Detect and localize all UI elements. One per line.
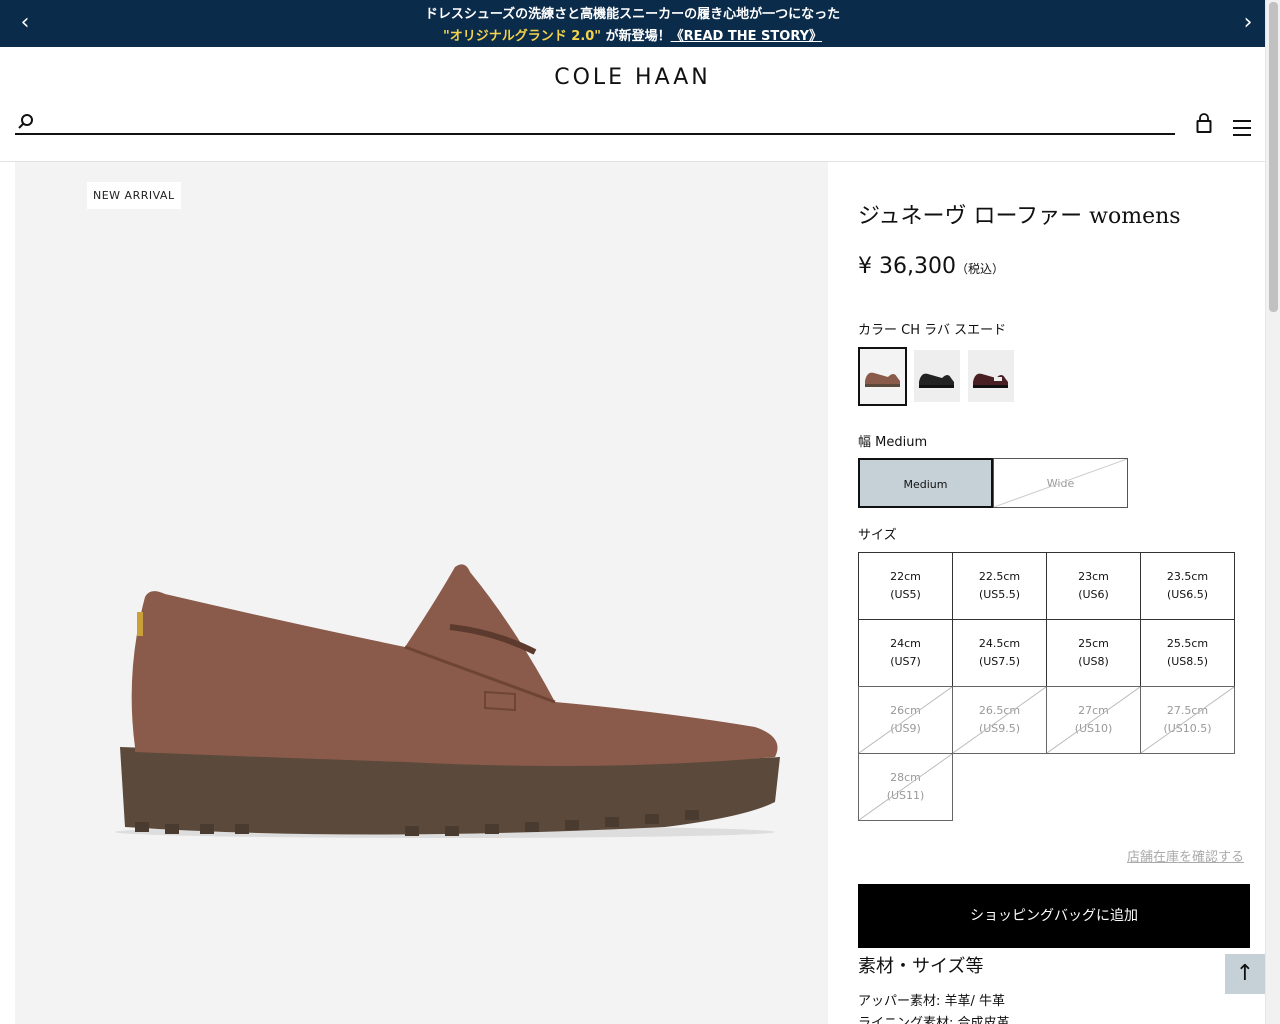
width-option-wide[interactable]: Wide bbox=[993, 458, 1128, 508]
arrow-up-icon[interactable]: ↑ bbox=[1225, 954, 1265, 994]
size-option[interactable]: 23.5cm (US6.5) bbox=[1140, 552, 1235, 620]
size-us: (US5) bbox=[890, 588, 921, 601]
size-cm: 23cm bbox=[1078, 570, 1109, 583]
size-grid: 22cm (US5) 22.5cm (US5.5) 23cm (US6) 23.5cm… bbox=[858, 552, 1235, 822]
size-option[interactable]: 22cm (US5) bbox=[858, 552, 953, 620]
search-bar[interactable] bbox=[15, 111, 1175, 135]
size-cm: 26cm bbox=[890, 704, 921, 717]
size-cm: 24cm bbox=[890, 637, 921, 650]
announcement-line1: ドレスシューズの洗練さと高機能スニーカーの履き心地が一つになった bbox=[424, 7, 841, 22]
size-us: (US11) bbox=[886, 789, 925, 802]
width-label: 幅 Medium bbox=[858, 435, 928, 450]
size-option[interactable]: 22.5cm (US5.5) bbox=[952, 552, 1047, 620]
product-gallery[interactable]: NEW ARRIVAL bbox=[15, 162, 828, 1024]
size-cm: 22.5cm bbox=[978, 570, 1021, 583]
size-cm: 24.5cm bbox=[978, 637, 1021, 650]
color-swatch-selected[interactable] bbox=[858, 347, 907, 406]
size-label: サイズ bbox=[858, 528, 897, 543]
size-cm: 25.5cm bbox=[1166, 637, 1209, 650]
size-us: (US8) bbox=[1078, 655, 1109, 668]
search-input[interactable] bbox=[43, 111, 1163, 133]
size-option[interactable]: 24.5cm (US7.5) bbox=[952, 619, 1047, 687]
color-swatch-black[interactable] bbox=[914, 350, 960, 402]
size-us: (US10) bbox=[1074, 722, 1113, 735]
product-image[interactable] bbox=[105, 552, 785, 842]
search-icon[interactable] bbox=[17, 113, 35, 131]
size-cm: 22cm bbox=[890, 570, 921, 583]
size-option-unavailable[interactable]: 27.5cm (US10.5) bbox=[1140, 686, 1235, 754]
bag-icon[interactable] bbox=[1194, 113, 1214, 135]
site-header: COLE HAAN bbox=[0, 47, 1265, 162]
size-cm: 28cm bbox=[890, 771, 921, 784]
size-us: (US8.5) bbox=[1166, 655, 1209, 668]
announcement-line2: "オリジナルグランド 2.0" が新登場！《READ THE STORY》 bbox=[0, 25, 1265, 44]
brand-logo[interactable]: COLE HAAN bbox=[0, 65, 1265, 90]
material-upper: アッパー素材: 羊革/ 牛革 bbox=[858, 994, 1006, 1009]
store-stock-link[interactable]: 店舗在庫を確認する bbox=[1127, 846, 1244, 865]
size-option[interactable]: 25.5cm (US8.5) bbox=[1140, 619, 1235, 687]
width-options: Medium Wide bbox=[858, 458, 1128, 508]
size-cm: 26.5cm bbox=[978, 704, 1021, 717]
width-option-wide-label: Wide bbox=[1046, 477, 1075, 490]
size-us: (US7) bbox=[890, 655, 921, 668]
announcement-suffix: が新登場！ bbox=[601, 29, 671, 44]
size-option-unavailable[interactable]: 27cm (US10) bbox=[1046, 686, 1141, 754]
size-us: (US6.5) bbox=[1166, 588, 1209, 601]
size-us: (US5.5) bbox=[978, 588, 1021, 601]
scrollbar-thumb[interactable] bbox=[1269, 2, 1278, 312]
size-us: (US7.5) bbox=[978, 655, 1021, 668]
announcement-highlight: "オリジナルグランド 2.0" bbox=[442, 29, 602, 44]
size-option-unavailable[interactable]: 26.5cm (US9.5) bbox=[952, 686, 1047, 754]
page-scrollbar[interactable] bbox=[1265, 0, 1280, 1024]
size-cm: 25cm bbox=[1078, 637, 1109, 650]
size-us: (US9.5) bbox=[978, 722, 1021, 735]
size-cm: 23.5cm bbox=[1166, 570, 1209, 583]
size-us: (US9) bbox=[890, 722, 921, 735]
add-to-bag-button[interactable]: ショッピングバッグに追加 bbox=[858, 884, 1250, 948]
size-option[interactable]: 23cm (US6) bbox=[1046, 552, 1141, 620]
size-option[interactable]: 25cm (US8) bbox=[1046, 619, 1141, 687]
size-cm: 27cm bbox=[1078, 704, 1109, 717]
color-label: カラー CH ラバ スエード bbox=[858, 323, 1007, 338]
product-title: ジュネーヴ ローファー womens bbox=[858, 204, 1181, 229]
material-lining: ライニング素材: 合成皮革 bbox=[858, 1016, 1010, 1024]
new-arrival-badge: NEW ARRIVAL bbox=[87, 182, 181, 209]
tax-note: （税込） bbox=[955, 262, 1004, 276]
size-option-unavailable[interactable]: 26cm (US9) bbox=[858, 686, 953, 754]
material-section-title: 素材・サイズ等 bbox=[858, 956, 984, 977]
size-option[interactable]: 24cm (US7) bbox=[858, 619, 953, 687]
announcement-bar: ‹ ドレスシューズの洗練さと高機能スニーカーの履き心地が一つになった "オリジナ… bbox=[0, 0, 1265, 47]
chevron-right-icon[interactable]: › bbox=[1235, 10, 1261, 36]
size-us: (US10.5) bbox=[1163, 722, 1212, 735]
product-price: ¥ 36,300（税込） bbox=[858, 254, 1004, 279]
color-swatches bbox=[858, 347, 1058, 407]
read-story-link[interactable]: 《READ THE STORY》 bbox=[671, 29, 822, 44]
size-us: (US6) bbox=[1078, 588, 1109, 601]
size-cm: 27.5cm bbox=[1166, 704, 1209, 717]
width-option-medium[interactable]: Medium bbox=[858, 458, 993, 508]
size-option-unavailable[interactable]: 28cm (US11) bbox=[858, 753, 953, 821]
color-swatch-burgundy[interactable] bbox=[968, 350, 1014, 402]
price-value: ¥ 36,300 bbox=[858, 254, 956, 279]
menu-icon[interactable] bbox=[1232, 119, 1252, 137]
